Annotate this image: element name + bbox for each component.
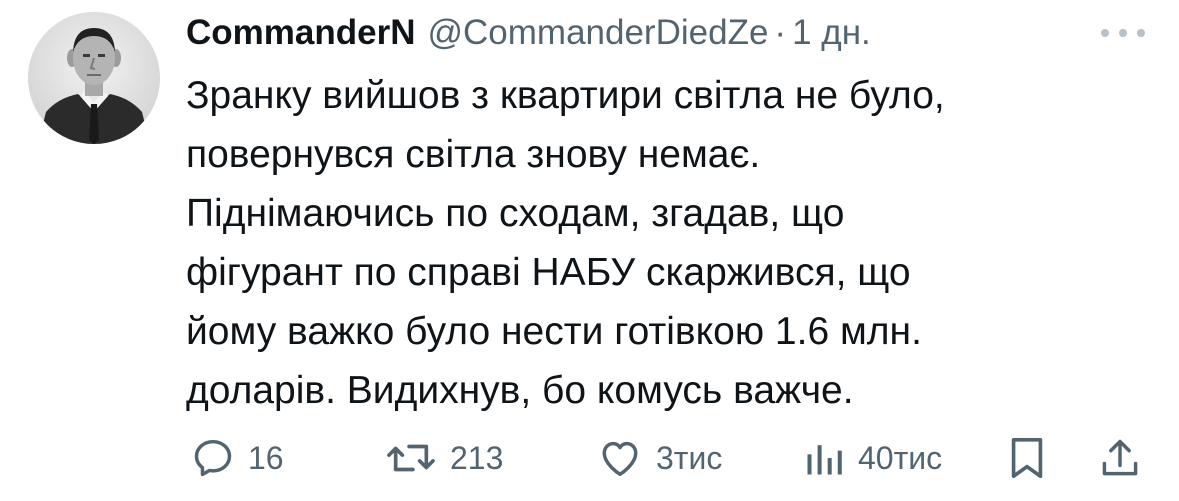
timestamp[interactable]: 1 дн. — [792, 13, 871, 53]
heart-icon — [602, 441, 638, 477]
dot — [1137, 29, 1145, 37]
analytics-icon — [807, 445, 842, 475]
display-name[interactable]: CommanderN — [186, 13, 415, 53]
reply-count: 16 — [248, 439, 284, 476]
tweet-text-line: фігурант по справі НАБУ скаржився, що — [186, 251, 911, 294]
more-options-icon[interactable] — [1101, 26, 1145, 40]
retweet-icon — [387, 444, 435, 472]
dot — [1119, 29, 1127, 37]
views-count: 40тис — [858, 439, 943, 476]
share-icon — [1102, 439, 1138, 476]
share-button[interactable] — [1098, 430, 1142, 486]
tweet[interactable]: CommanderN @CommanderDiedZe · 1 дн. Зран… — [0, 0, 1179, 501]
tweet-text-line: Зранку вийшов з квартири світла не було, — [186, 74, 945, 117]
like-button[interactable]: 3тис — [596, 430, 722, 486]
views-button[interactable]: 40тис — [802, 430, 942, 486]
bookmark-icon — [1011, 437, 1043, 479]
user-handle[interactable]: @CommanderDiedZe — [427, 13, 768, 53]
reply-button[interactable]: 16 — [190, 430, 284, 486]
retweet-count: 213 — [450, 439, 504, 476]
separator: · — [774, 13, 787, 52]
dot — [1101, 29, 1109, 37]
tweet-text-line: доларів. Видихнув, бо комусь важче. — [186, 369, 854, 412]
retweet-button[interactable]: 213 — [384, 430, 503, 486]
like-count: 3тис — [656, 439, 723, 476]
tweet-text-line: йому важко було нести готівкою 1.6 млн. — [186, 310, 922, 353]
avatar[interactable] — [28, 12, 160, 144]
action-bar: 16 213 3тис 40тис — [186, 430, 1146, 486]
tweet-text-line: Піднімаючись по сходам, згадав, що — [186, 192, 845, 235]
tweet-header: CommanderN @CommanderDiedZe · 1 дн. — [186, 8, 871, 58]
tweet-text: Зранку вийшов з квартири світла не було,… — [186, 66, 1146, 420]
avatar-image — [28, 12, 160, 144]
tweet-text-line: повернувся світла знову немає. — [186, 133, 761, 176]
bookmark-button[interactable] — [1006, 430, 1048, 486]
reply-icon — [194, 439, 232, 477]
